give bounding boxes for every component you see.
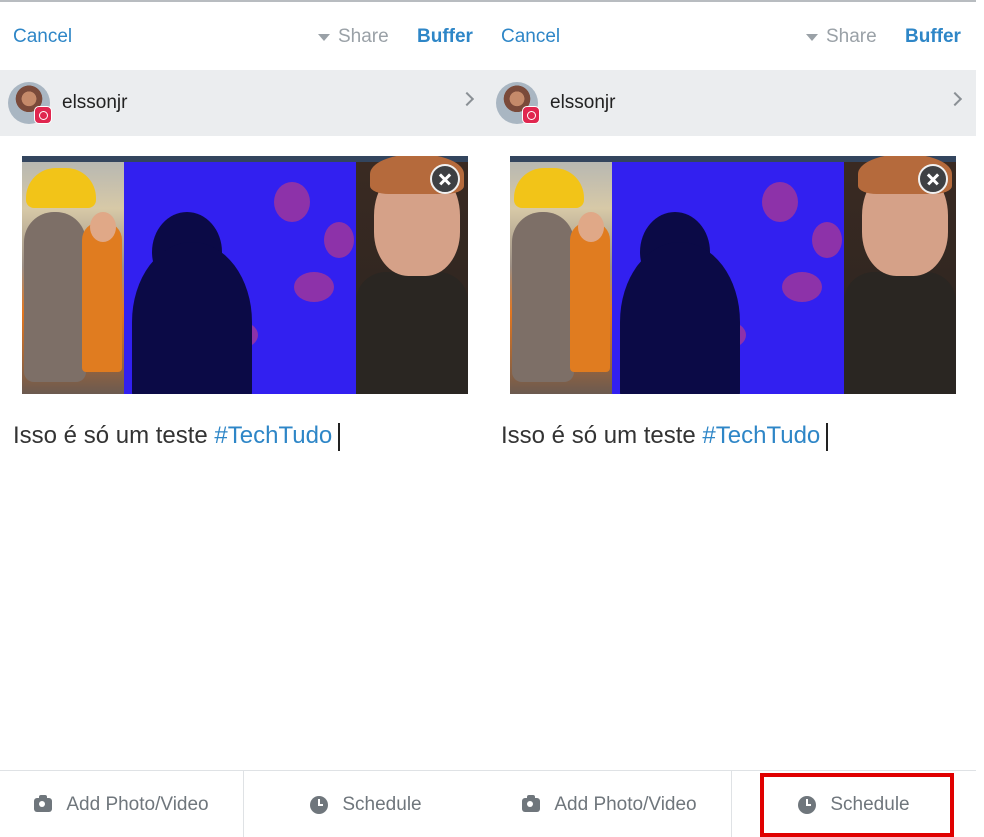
post-caption-input[interactable]: Isso é só um teste #TechTudo xyxy=(501,422,829,451)
photo-tile-mascot xyxy=(22,162,124,394)
composer-header: Cancel Share Buffer xyxy=(488,2,976,70)
schedule-button[interactable]: Schedule xyxy=(244,771,488,837)
bottom-toolbar: Add Photo/Video Schedule xyxy=(488,770,976,837)
add-photo-video-button[interactable]: Add Photo/Video xyxy=(0,771,244,837)
profile-username: elssonjr xyxy=(62,92,128,113)
attached-photo xyxy=(510,156,956,394)
photo-tile-aquarium xyxy=(612,162,844,394)
composer-panel-right: Cancel Share Buffer elssonjr Isso é só u… xyxy=(488,0,976,837)
add-photo-video-button[interactable]: Add Photo/Video xyxy=(488,771,732,837)
chevron-right-icon[interactable] xyxy=(947,91,963,107)
instagram-icon xyxy=(522,106,540,124)
share-label: Share xyxy=(826,26,877,47)
caption-hashtag: #TechTudo xyxy=(214,422,333,449)
text-cursor xyxy=(338,422,341,451)
remove-photo-close-icon[interactable] xyxy=(430,164,460,194)
text-cursor xyxy=(826,422,829,451)
bottom-toolbar: Add Photo/Video Schedule xyxy=(0,770,488,837)
buffer-button[interactable]: Buffer xyxy=(417,26,473,48)
photo-tile-selfie xyxy=(844,156,956,394)
photo-tile-selfie xyxy=(356,156,468,394)
composer-header: Cancel Share Buffer xyxy=(0,2,488,70)
profile-selector[interactable]: elssonjr xyxy=(488,70,976,136)
add-photo-video-label: Add Photo/Video xyxy=(554,793,697,815)
clock-icon xyxy=(310,795,329,814)
chevron-right-icon[interactable] xyxy=(459,91,475,107)
photo-tile-mascot xyxy=(510,162,612,394)
caret-down-icon xyxy=(318,33,330,41)
schedule-label: Schedule xyxy=(830,793,910,815)
share-label: Share xyxy=(338,26,389,47)
cancel-button[interactable]: Cancel xyxy=(501,26,560,48)
buffer-button[interactable]: Buffer xyxy=(905,26,961,48)
caret-down-icon xyxy=(806,33,818,41)
profile-username: elssonjr xyxy=(550,92,616,113)
share-dropdown[interactable]: Share xyxy=(806,26,877,48)
composer-panel-left: Cancel Share Buffer elssonjr Isso é só u… xyxy=(0,0,488,837)
caption-text: Isso é só um teste xyxy=(13,422,215,449)
add-photo-video-label: Add Photo/Video xyxy=(66,793,209,815)
share-dropdown[interactable]: Share xyxy=(318,26,389,48)
post-caption-input[interactable]: Isso é só um teste #TechTudo xyxy=(13,422,341,451)
schedule-button[interactable]: Schedule xyxy=(732,771,976,837)
photo-tile-aquarium xyxy=(124,162,356,394)
camera-icon xyxy=(522,794,541,812)
remove-photo-close-icon[interactable] xyxy=(918,164,948,194)
caption-text: Isso é só um teste xyxy=(501,422,703,449)
instagram-icon xyxy=(34,106,52,124)
camera-icon xyxy=(34,794,53,812)
clock-icon xyxy=(798,795,817,814)
attached-photo xyxy=(22,156,468,394)
cancel-button[interactable]: Cancel xyxy=(13,26,72,48)
caption-hashtag: #TechTudo xyxy=(702,422,821,449)
schedule-label: Schedule xyxy=(342,793,422,815)
profile-selector[interactable]: elssonjr xyxy=(0,70,488,136)
